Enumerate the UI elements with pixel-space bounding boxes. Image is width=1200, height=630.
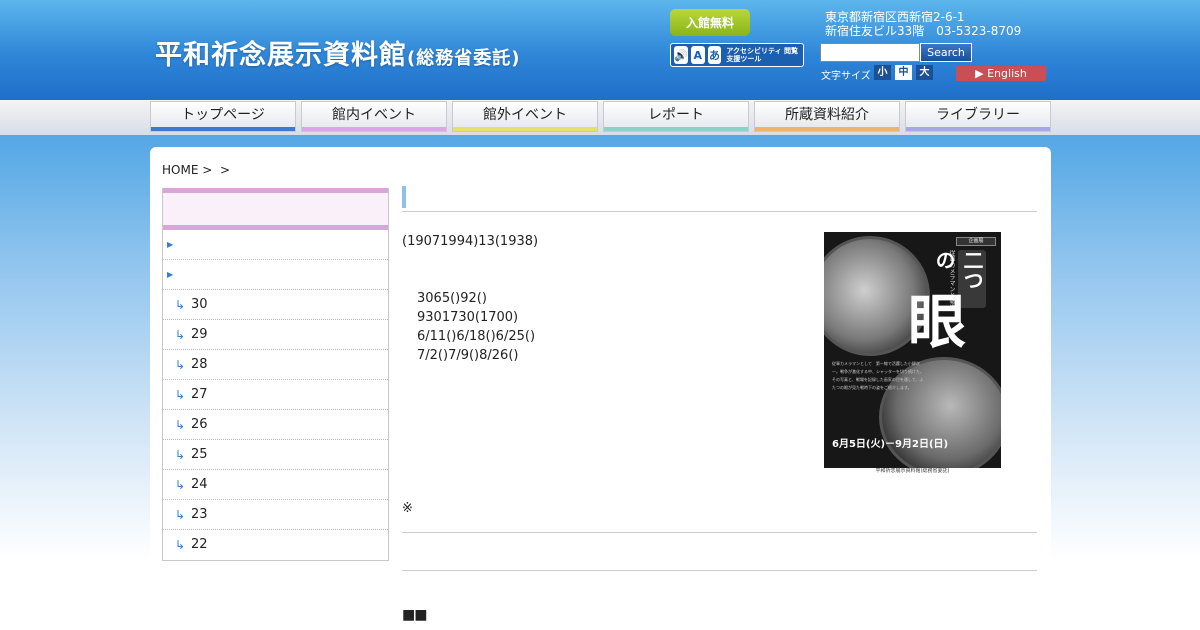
museum-address: 東京都新宿区西新宿2-6-1 新宿住友ビル33階 03-5323-8709 (825, 10, 1022, 38)
triangle-bullet-icon: ▶ (167, 240, 174, 249)
sub-arrow-icon: ↳ (175, 388, 186, 402)
english-label: English (987, 67, 1027, 80)
nav-item-external-events[interactable]: 館外イベント (452, 101, 598, 132)
poster-body-text: 従軍カメラマンとして 第一線で活躍した小柳次一。戦争が激化する中、シャッターを切… (832, 361, 924, 390)
site-header: 平和祈念展示資料館(総務省委託) 入館無料 🔊 A あ アクセシビリティ 閲覧支… (0, 0, 1200, 100)
search-input[interactable] (820, 43, 920, 62)
sidebar-subitem-28[interactable]: ↳ 28 (163, 350, 388, 380)
sidebar-heading (163, 188, 388, 230)
sidebar-item[interactable]: ▶ (163, 260, 388, 290)
font-size-medium-button[interactable]: 中 (895, 65, 912, 80)
breadcrumb-separator: > (219, 163, 230, 177)
sidebar-subitem-29[interactable]: ↳ 29 (163, 320, 388, 350)
play-triangle-icon: ▶ (975, 67, 984, 80)
font-zoom-icon: A (690, 46, 705, 64)
exhibition-poster-image[interactable]: 企画展 従軍カメラマンと報道 二つの 眼 従軍カメラマンとして 第一線で活躍した… (824, 232, 1001, 468)
sidebar-subitem-23[interactable]: ↳ 23 (163, 500, 388, 530)
detail-line: 3065()92() (417, 291, 487, 306)
nav-color-bar (151, 127, 295, 131)
logo-sub-text: (総務省委託) (407, 48, 521, 69)
sidebar-subitem-30[interactable]: ↳ 30 (163, 290, 388, 320)
nav-color-bar (453, 127, 597, 131)
logo-main-text: 平和祈念展示資料館 (155, 40, 407, 71)
detail-line: 6/11()6/18()6/25() (417, 329, 536, 344)
accessibility-label: アクセシビリティ 閲覧支援ツール (726, 47, 799, 63)
sub-arrow-icon: ↳ (175, 538, 186, 552)
nav-item-collection[interactable]: 所蔵資料紹介 (754, 101, 900, 132)
nav-color-bar (755, 127, 899, 131)
sub-arrow-icon: ↳ (175, 358, 186, 372)
sub-arrow-icon: ↳ (175, 478, 186, 492)
sidebar-subitem-25[interactable]: ↳ 25 (163, 440, 388, 470)
sidebar-subitem-27[interactable]: ↳ 27 (163, 380, 388, 410)
hiragana-icon: あ (707, 46, 722, 64)
poster-footer: 平和祈念展示資料館(総務省委託) (875, 468, 950, 474)
divider (402, 570, 1037, 571)
search-button[interactable]: Search (920, 43, 972, 62)
site-logo[interactable]: 平和祈念展示資料館(総務省委託) (155, 33, 520, 72)
intro-text: (19071994)13(1938) (402, 234, 539, 249)
nav-color-bar (302, 127, 446, 131)
divider (402, 532, 1037, 533)
nav-item-internal-events[interactable]: 館内イベント (301, 101, 447, 132)
sidebar-subitem-24[interactable]: ↳ 24 (163, 470, 388, 500)
section-marker: ■■ (402, 607, 427, 623)
font-size-small-button[interactable]: 小 (874, 65, 891, 80)
nav-item-library[interactable]: ライブラリー (905, 101, 1051, 132)
detail-line: 7/2()7/9()8/26() (417, 348, 519, 363)
sub-arrow-icon: ↳ (175, 448, 186, 462)
nav-label: 館内イベント (332, 107, 416, 123)
title-underline (402, 211, 1037, 212)
free-admission-badge: 入館無料 (670, 9, 750, 36)
nav-item-report[interactable]: レポート (603, 101, 749, 132)
sidebar-subitem-22[interactable]: ↳ 22 (163, 530, 388, 560)
nav-color-bar (906, 127, 1050, 131)
poster-tag: 企画展 (956, 237, 996, 246)
sub-arrow-icon: ↳ (175, 418, 186, 432)
note-mark: ※ (402, 501, 413, 516)
sidebar-subitem-26[interactable]: ↳ 26 (163, 410, 388, 440)
sidebar: ▶ ▶ ↳ 30 ↳ 29 ↳ 28 ↳ 27 ↳ 26 ↳ 25 ↳ 24 ↳… (162, 188, 389, 561)
nav-label: レポート (648, 107, 704, 123)
nav-item-top-page[interactable]: トップページ (150, 101, 296, 132)
nav-label: ライブラリー (936, 107, 1020, 123)
sub-arrow-icon: ↳ (175, 328, 186, 342)
breadcrumb-separator: > (202, 163, 213, 177)
poster-dates: 6月5日(火)－9月2日(日) (832, 439, 949, 450)
nav-label: 所蔵資料紹介 (785, 107, 869, 123)
sidebar-item[interactable]: ▶ (163, 230, 388, 260)
speaker-icon: 🔊 (674, 46, 688, 64)
accessibility-tools-button[interactable]: 🔊 A あ アクセシビリティ 閲覧支援ツール (670, 43, 804, 67)
font-size-large-button[interactable]: 大 (916, 65, 933, 80)
event-details: 3065()92() 9301730(1700) 6/11()6/18()6/2… (417, 289, 535, 365)
nav-color-bar (604, 127, 748, 131)
sub-arrow-icon: ↳ (175, 508, 186, 522)
breadcrumb: HOME > > (162, 163, 230, 177)
poster-title-eye: 眼 (908, 288, 967, 356)
detail-line: 9301730(1700) (417, 310, 519, 325)
font-size-label: 文字サイズ (821, 71, 871, 82)
nav-label: 館外イベント (483, 107, 567, 123)
nav-label: トップページ (181, 107, 265, 123)
sub-arrow-icon: ↳ (175, 298, 186, 312)
english-button[interactable]: ▶ English (956, 66, 1046, 81)
triangle-bullet-icon: ▶ (167, 270, 174, 279)
breadcrumb-home-link[interactable]: HOME (162, 163, 198, 177)
title-accent-bar (402, 186, 406, 208)
global-nav: トップページ 館内イベント 館外イベント レポート 所蔵資料紹介 ライブラリー (0, 100, 1200, 135)
